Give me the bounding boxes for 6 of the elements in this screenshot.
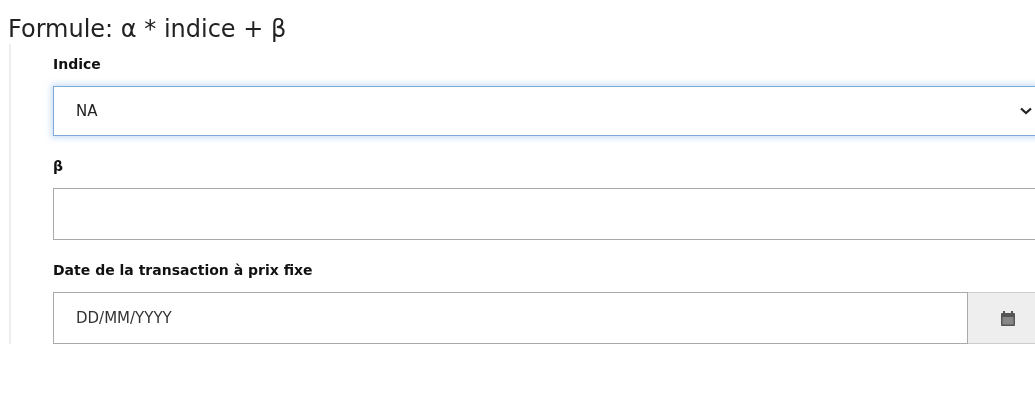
index-dropdown[interactable]: NA — [53, 86, 1035, 136]
field-label: Date de la transaction à prix fixe — [53, 262, 314, 278]
field-label: β — [53, 158, 65, 174]
formula-title: Formule: α * indice + β — [7, 14, 288, 44]
field-label: Indice — [53, 56, 102, 72]
date-field[interactable]: DD/MM/YYYY — [53, 292, 968, 344]
